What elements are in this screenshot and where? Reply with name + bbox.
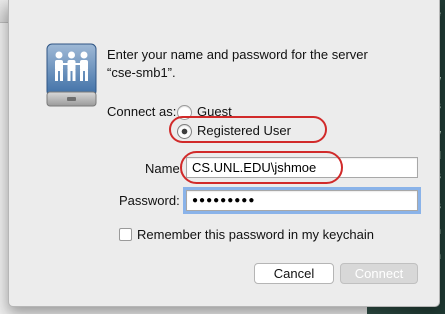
guest-radio-label[interactable]: Guest [197,104,232,119]
password-field[interactable]: ●●●●●●●●● [183,187,421,214]
connect-to-server-sheet: Enter your name and password for the ser… [8,0,440,307]
registered-user-radio-label[interactable]: Registered User [197,123,291,138]
prompt-line-2: “cse-smb1”. [107,65,176,80]
name-field[interactable]: CS.UNL.EDU\jshmoe [186,157,418,178]
prompt-line-1: Enter your name and password for the ser… [107,47,368,62]
remember-password-checkbox[interactable] [119,228,132,241]
connect-as-label: Connect as: [107,104,177,119]
name-label: Name: [145,161,184,176]
registered-user-radio[interactable] [177,124,192,139]
guest-radio[interactable] [177,105,192,120]
network-server-icon [46,43,97,107]
server-prompt: Enter your name and password for the ser… [107,46,427,82]
connect-button[interactable]: Connect [340,263,418,284]
cancel-button[interactable]: Cancel [254,263,334,284]
remember-password-label[interactable]: Remember this password in my keychain [137,227,374,242]
password-label: Password: [119,193,180,208]
